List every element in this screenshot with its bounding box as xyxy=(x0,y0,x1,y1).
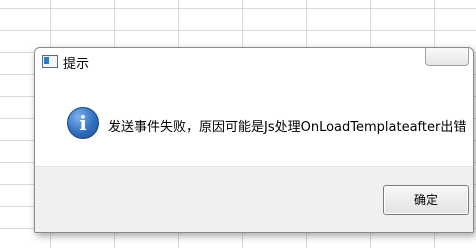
dialog-message: 发送事件失败，原因可能是Js处理OnLoadTemplateafter出错 xyxy=(108,120,467,135)
dialog-titlebar[interactable]: 提示 xyxy=(35,48,473,74)
ok-button[interactable]: 确定 xyxy=(383,185,469,215)
dialog-title: 提示 xyxy=(63,57,90,72)
dialog-footer: 确定 xyxy=(35,166,473,232)
dialog-content: i 发送事件失败，原因可能是Js处理OnLoadTemplateafter出错 xyxy=(35,74,473,166)
message-dialog: 提示 i 发送事件失败，原因可能是Js处理OnLoadTemplateafter… xyxy=(34,47,474,233)
window-icon xyxy=(42,55,58,68)
info-icon: i xyxy=(67,107,99,139)
close-button[interactable] xyxy=(425,48,469,66)
